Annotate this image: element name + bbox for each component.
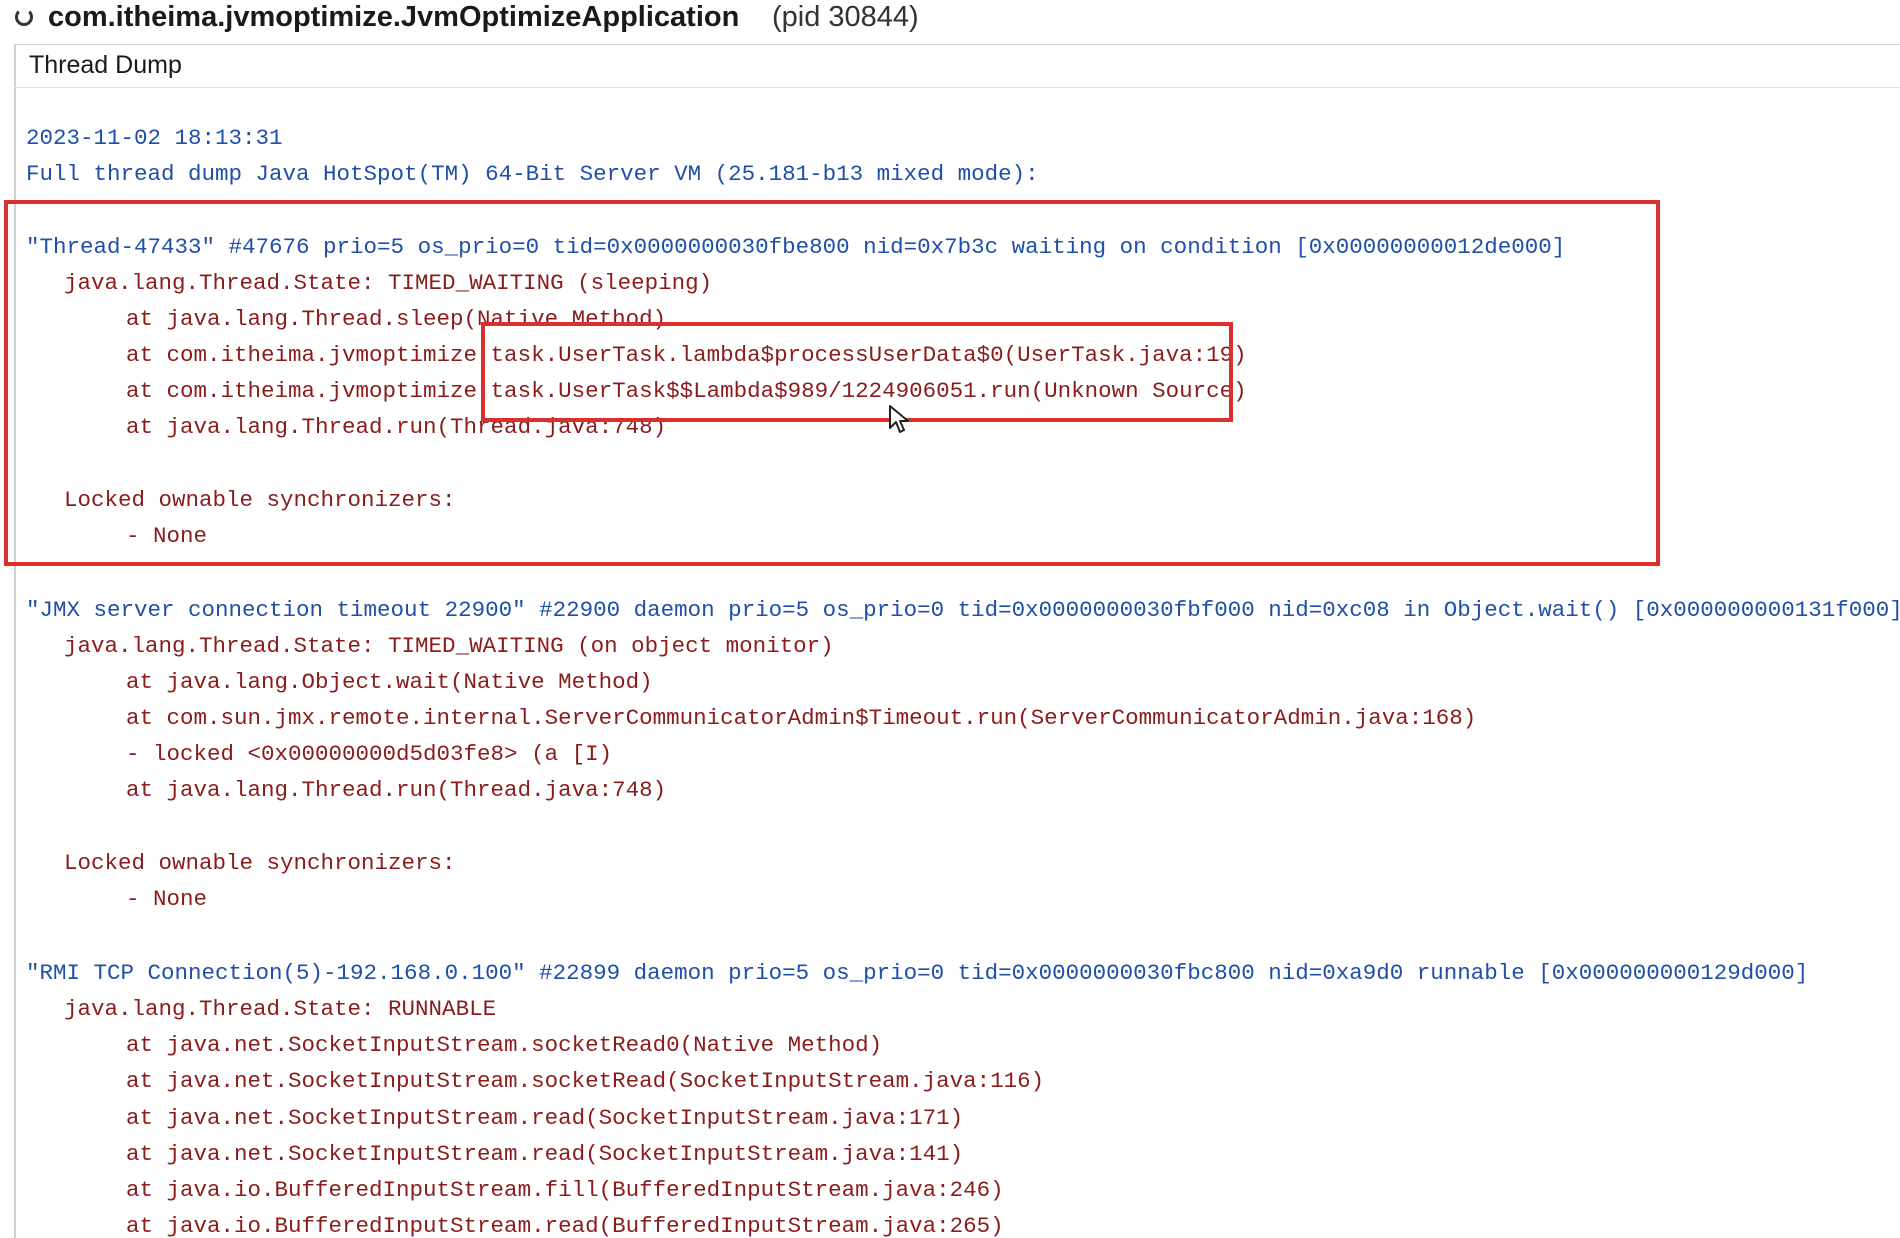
spinner-icon — [15, 8, 33, 26]
title-divider — [14, 44, 1900, 45]
stack-frame: at java.net.SocketInputStream.socketRead… — [126, 1032, 883, 1058]
sync-label: Locked ownable synchronizers: — [64, 850, 456, 876]
sync-label: Locked ownable synchronizers: — [64, 487, 456, 513]
stack-frame: at com.itheima.jvmoptimize.task.UserTask… — [126, 342, 1247, 368]
thread-state: java.lang.Thread.State: TIMED_WAITING (o… — [64, 633, 834, 659]
highlight-box-frames — [481, 322, 1233, 422]
stack-frame: at java.io.BufferedInputStream.read(Buff… — [126, 1213, 1004, 1238]
dump-header: Full thread dump Java HotSpot(TM) 64-Bit… — [26, 161, 1039, 187]
stack-frame: at java.lang.Thread.run(Thread.java:748) — [126, 414, 667, 440]
sync-value: - None — [126, 523, 208, 549]
stack-frame: - locked <0x00000000d5d03fe8> (a [I) — [126, 741, 613, 767]
app-pid: (pid 30844) — [772, 1, 919, 33]
thread-state: java.lang.Thread.State: TIMED_WAITING (s… — [64, 270, 713, 296]
dump-timestamp: 2023-11-02 18:13:31 — [26, 125, 283, 151]
sync-value: - None — [126, 886, 208, 912]
panel-left-border — [14, 44, 16, 1238]
stack-frame: at java.lang.Thread.run(Thread.java:748) — [126, 777, 667, 803]
mouse-cursor-icon — [889, 405, 909, 433]
stack-frame: at java.net.SocketInputStream.socketRead… — [126, 1068, 1045, 1094]
window-title-bar: com.itheima.jvmoptimize.JvmOptimizeAppli… — [0, 0, 1900, 40]
tab-thread-dump[interactable]: Thread Dump — [16, 45, 216, 87]
app-title: com.itheima.jvmoptimize.JvmOptimizeAppli… — [48, 1, 740, 33]
tab-label: Thread Dump — [29, 51, 182, 79]
thread-header: "JMX server connection timeout 22900" #2… — [26, 597, 1900, 623]
stack-frame: at java.net.SocketInputStream.read(Socke… — [126, 1105, 964, 1131]
stack-frame: at com.sun.jmx.remote.internal.ServerCom… — [126, 705, 1477, 731]
thread-header: "Thread-47433" #47676 prio=5 os_prio=0 t… — [26, 234, 1566, 260]
stack-frame: at com.itheima.jvmoptimize.task.UserTask… — [126, 378, 1247, 404]
thread-state: java.lang.Thread.State: RUNNABLE — [64, 996, 497, 1022]
panel-tab-divider — [14, 87, 1900, 88]
stack-frame: at java.io.BufferedInputStream.fill(Buff… — [126, 1177, 1004, 1203]
thread-dump-text-area[interactable]: 2023-11-02 18:13:31 Full thread dump Jav… — [0, 0, 1900, 1238]
stack-frame: at java.net.SocketInputStream.read(Socke… — [126, 1141, 964, 1167]
stack-frame: at java.lang.Object.wait(Native Method) — [126, 669, 653, 695]
thread-header: "RMI TCP Connection(5)-192.168.0.100" #2… — [26, 960, 1809, 986]
stack-frame: at java.lang.Thread.sleep(Native Method) — [126, 306, 667, 332]
